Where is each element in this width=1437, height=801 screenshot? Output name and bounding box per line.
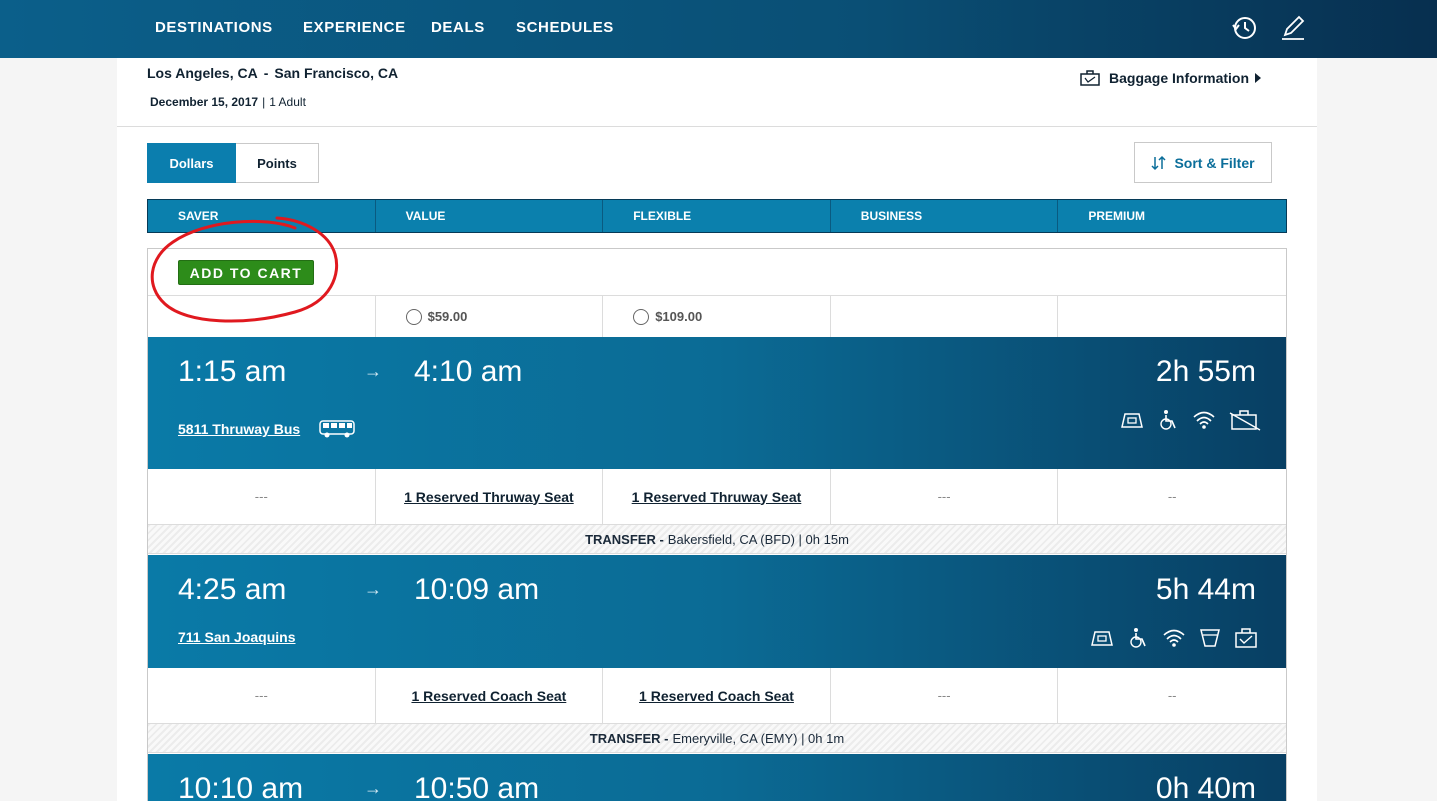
train-link[interactable]: 711 San Joaquins xyxy=(178,629,296,645)
amenities xyxy=(1090,627,1258,649)
transfer-2: TRANSFER - Emeryville, CA (EMY) | 0h 1m xyxy=(148,724,1286,753)
transfer-label: TRANSFER - xyxy=(589,730,669,746)
seat-icon xyxy=(1121,413,1143,428)
class-premium: PREMIUM xyxy=(1088,209,1146,223)
duration: 0h 40m xyxy=(1155,772,1256,801)
seat-value: 1 Reserved Coach Seat xyxy=(376,668,604,723)
seat-business: --- xyxy=(831,469,1059,524)
price-value[interactable]: $59.00 xyxy=(376,296,604,337)
seat-row-2: --- 1 Reserved Coach Seat 1 Reserved Coa… xyxy=(148,668,1286,724)
value-price: $59.00 xyxy=(427,309,468,324)
arrive-time: 4:10 am xyxy=(414,355,523,388)
bus-icon xyxy=(319,420,355,438)
class-saver: SAVER xyxy=(148,200,376,232)
depart-time: 1:15 am xyxy=(178,355,287,388)
wifi-icon xyxy=(1193,411,1215,429)
class-flexible: FLEXIBLE xyxy=(603,200,831,232)
arrow-right-icon: → xyxy=(364,579,382,599)
price-business xyxy=(831,296,1059,337)
seat-icon xyxy=(1091,631,1113,646)
top-nav: DESTINATIONS EXPERIENCE DEALS SCHEDULES xyxy=(0,0,1437,58)
nav-schedules[interactable]: SCHEDULES xyxy=(516,19,614,36)
amenities xyxy=(1120,409,1262,431)
transfer-detail: Emeryville, CA (EMY) | 0h 1m xyxy=(672,730,845,746)
route-summary: Los Angeles, CA - San Francisco, CA xyxy=(147,65,398,81)
duration: 2h 55m xyxy=(1155,355,1256,388)
sort-icon xyxy=(1151,155,1166,170)
edit-icon[interactable] xyxy=(1280,15,1306,41)
transfer-label: TRANSFER - xyxy=(585,531,664,547)
route-separator: - xyxy=(263,65,269,81)
seat-row-1: --- 1 Reserved Thruway Seat 1 Reserved T… xyxy=(148,469,1286,525)
header-divider xyxy=(117,126,1317,127)
class-business: BUSINESS xyxy=(831,200,1059,232)
segment-1: 1:15 am → 4:10 am 2h 55m 5811 Thruway Bu… xyxy=(148,337,1286,469)
arrive-time: 10:50 am xyxy=(414,772,540,801)
passenger-count: 1 Adult xyxy=(269,95,306,109)
baggage-icon xyxy=(1235,628,1257,648)
price-flexible[interactable]: $109.00 xyxy=(603,296,831,337)
history-icon[interactable] xyxy=(1231,15,1257,41)
wifi-icon xyxy=(1163,629,1185,647)
accessible-icon xyxy=(1160,410,1176,430)
cafe-icon xyxy=(1200,629,1220,647)
trip-meta: December 15, 2017 | 1 Adult xyxy=(150,95,306,109)
meta-divider: | xyxy=(262,95,266,109)
fare-class-header: SAVER VALUE FLEXIBLE BUSINESS PREMIUM xyxy=(147,199,1287,233)
baggage-icon xyxy=(1080,70,1100,86)
seat-flexible-link[interactable]: 1 Reserved Coach Seat xyxy=(639,688,794,704)
currency-toggle: Dollars Points xyxy=(147,143,319,183)
transfer-detail: Bakersfield, CA (BFD) | 0h 15m xyxy=(667,531,849,547)
seat-saver: --- xyxy=(148,668,376,723)
price-premium xyxy=(1058,296,1286,337)
travel-date: December 15, 2017 xyxy=(150,95,259,109)
arrow-right-icon: → xyxy=(364,778,382,798)
points-tab[interactable]: Points xyxy=(236,143,319,183)
depart-time: 4:25 am xyxy=(178,573,287,606)
destination: San Francisco, CA xyxy=(274,65,399,81)
seat-value: 1 Reserved Thruway Seat xyxy=(376,469,604,524)
nav-experience[interactable]: EXPERIENCE xyxy=(303,19,406,36)
no-baggage-icon xyxy=(1229,410,1261,431)
segment-2: 4:25 am → 10:09 am 5h 44m 711 San Joaqui… xyxy=(148,555,1286,668)
baggage-info-link[interactable]: Baggage Information xyxy=(1080,68,1262,88)
seat-value-link[interactable]: 1 Reserved Thruway Seat xyxy=(404,489,574,505)
nav-deals[interactable]: DEALS xyxy=(431,19,485,36)
depart-time: 10:10 am xyxy=(178,772,304,801)
results-table: ADD TO CART $59.00 $109.00 1:15 am → 4:1… xyxy=(147,248,1287,801)
seat-value-link[interactable]: 1 Reserved Coach Seat xyxy=(411,688,566,704)
flexible-price: $109.00 xyxy=(655,309,703,324)
value-fare-radio[interactable] xyxy=(405,308,422,325)
nav-destinations[interactable]: DESTINATIONS xyxy=(155,19,273,36)
duration: 5h 44m xyxy=(1155,573,1256,606)
seat-premium: -- xyxy=(1167,489,1177,504)
sort-filter-button[interactable]: Sort & Filter xyxy=(1134,142,1272,183)
seat-flexible: 1 Reserved Coach Seat xyxy=(603,668,831,723)
train-link[interactable]: 5811 Thruway Bus xyxy=(178,421,300,437)
flexible-fare-radio[interactable] xyxy=(633,308,650,325)
seat-flexible: 1 Reserved Thruway Seat xyxy=(603,469,831,524)
arrive-time: 10:09 am xyxy=(414,573,540,606)
seat-flexible-link[interactable]: 1 Reserved Thruway Seat xyxy=(632,489,802,505)
transfer-1: TRANSFER - Bakersfield, CA (BFD) | 0h 15m xyxy=(148,525,1286,554)
segment-3: 10:10 am → 10:50 am 0h 40m xyxy=(148,754,1286,801)
arrow-right-icon: → xyxy=(364,361,382,381)
price-row: $59.00 $109.00 xyxy=(148,296,1286,337)
seat-business: --- xyxy=(831,668,1059,723)
baggage-label: Baggage Information xyxy=(1109,70,1250,86)
price-saver xyxy=(148,296,376,337)
add-to-cart-button[interactable]: ADD TO CART xyxy=(178,260,314,285)
cart-row: ADD TO CART xyxy=(148,249,1286,296)
seat-saver: --- xyxy=(148,469,376,524)
dollars-tab[interactable]: Dollars xyxy=(147,143,236,183)
sort-filter-label: Sort & Filter xyxy=(1174,154,1255,171)
caret-right-icon xyxy=(1255,73,1262,83)
seat-premium: -- xyxy=(1167,688,1177,703)
origin: Los Angeles, CA xyxy=(147,65,258,81)
class-value: VALUE xyxy=(376,200,604,232)
accessible-icon xyxy=(1130,628,1146,648)
